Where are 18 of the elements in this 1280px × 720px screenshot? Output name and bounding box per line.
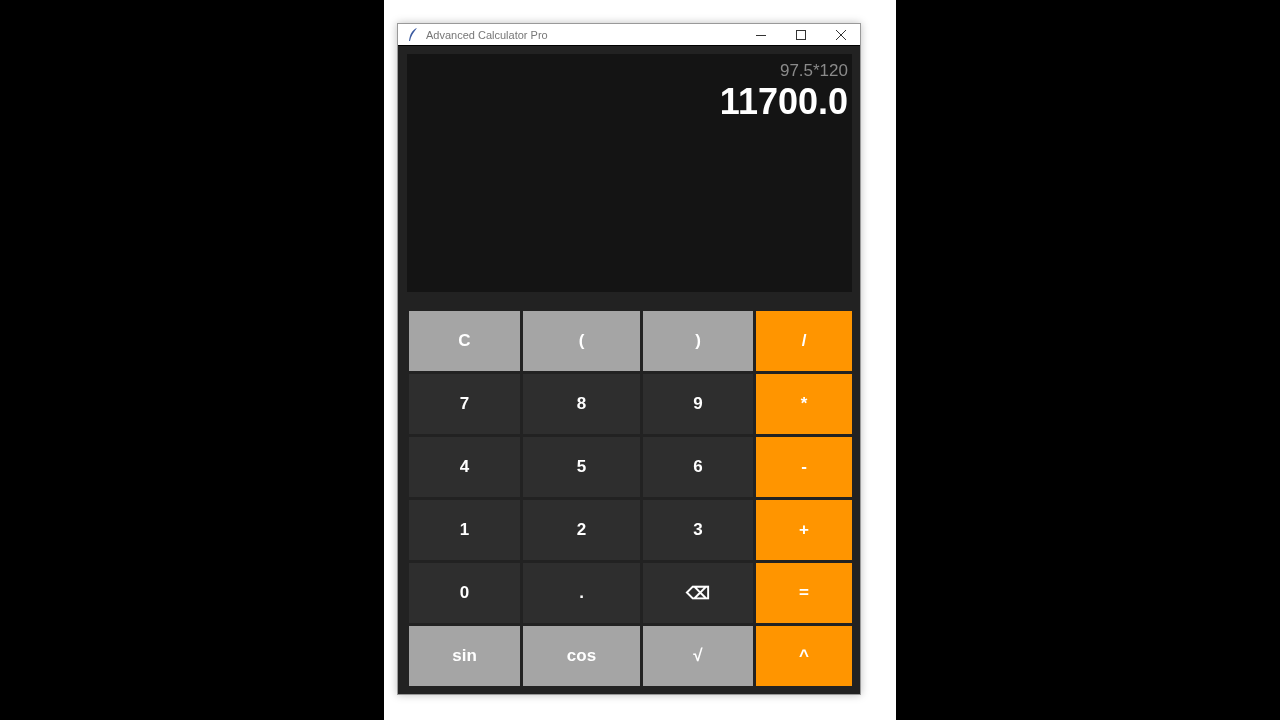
expression-text: 97.5*120 <box>779 61 848 81</box>
calculator-key[interactable]: ⌫ <box>643 563 753 623</box>
calculator-key[interactable]: 0 <box>409 563 520 623</box>
calculator-key[interactable]: 2 <box>523 500 640 560</box>
calculator-key[interactable]: 5 <box>523 437 640 497</box>
calculator-key[interactable]: 6 <box>643 437 753 497</box>
calculator-key[interactable]: 4 <box>409 437 520 497</box>
calculator-key[interactable]: 3 <box>643 500 753 560</box>
result-text: 11700.0 <box>719 81 848 123</box>
calculator-key[interactable]: . <box>523 563 640 623</box>
window-title: Advanced Calculator Pro <box>426 28 549 41</box>
feather-icon <box>408 27 418 42</box>
calculator-key[interactable]: 7 <box>409 374 520 434</box>
calculator-key[interactable]: 1 <box>409 500 520 560</box>
calculator-key[interactable]: 8 <box>523 374 640 434</box>
close-icon[interactable] <box>836 29 846 40</box>
maximize-icon[interactable] <box>796 29 806 40</box>
calculator-key[interactable]: 9 <box>643 374 753 434</box>
